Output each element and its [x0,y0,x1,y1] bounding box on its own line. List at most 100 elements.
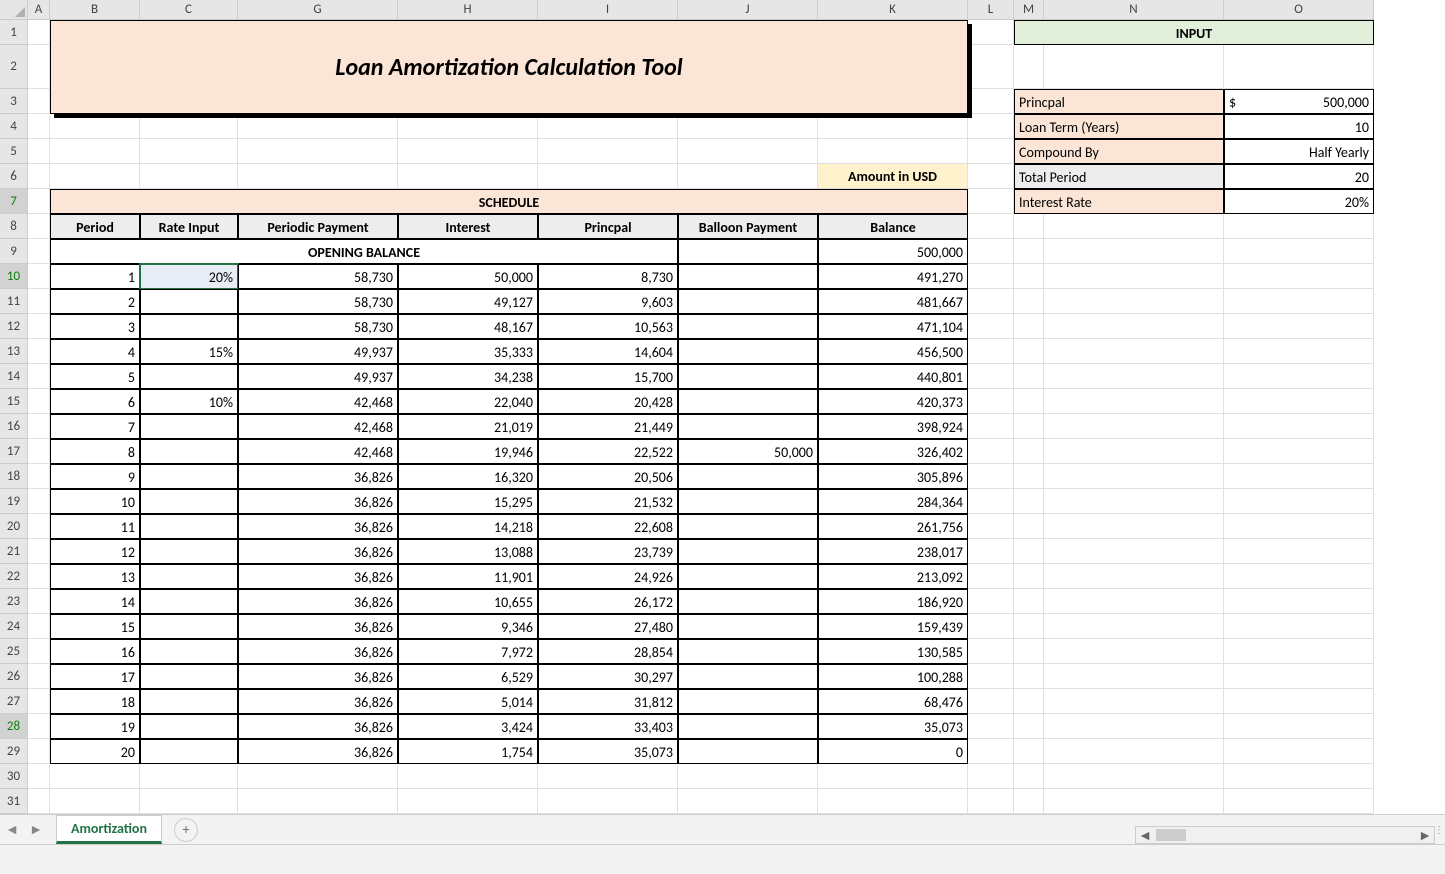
data-I26[interactable]: 30,297 [538,664,678,689]
cell-I6[interactable] [538,164,678,189]
cell-M18[interactable] [1014,464,1044,489]
cell-O12[interactable] [1224,314,1374,339]
cell-O11[interactable] [1224,289,1374,314]
cell-A14[interactable] [28,364,50,389]
cell-L2[interactable] [968,45,1014,89]
data-J28[interactable] [678,714,818,739]
cell-M27[interactable] [1014,689,1044,714]
cell-L25[interactable] [968,639,1014,664]
cell-N30[interactable] [1044,764,1224,789]
cell-L18[interactable] [968,464,1014,489]
data-K19[interactable]: 284,364 [818,489,968,514]
schedule-header[interactable]: SCHEDULE [50,189,968,214]
column-header-N[interactable]: N [1044,0,1224,20]
data-G17[interactable]: 42,468 [238,439,398,464]
column-header-C[interactable]: C [140,0,238,20]
input-label-3[interactable]: Total Period [1014,164,1224,189]
data-C15[interactable]: 10% [140,389,238,414]
scroll-thumb[interactable] [1156,829,1186,841]
row-header-30[interactable]: 30 [0,764,28,789]
cell-H30[interactable] [398,764,538,789]
data-C18[interactable] [140,464,238,489]
cell-O28[interactable] [1224,714,1374,739]
cell-M11[interactable] [1014,289,1044,314]
data-K10[interactable]: 491,270 [818,264,968,289]
cell-L5[interactable] [968,139,1014,164]
row-header-7[interactable]: 7 [0,189,28,214]
row-header-25[interactable]: 25 [0,639,28,664]
data-I20[interactable]: 22,608 [538,514,678,539]
cell-I31[interactable] [538,789,678,814]
data-K25[interactable]: 130,585 [818,639,968,664]
data-I17[interactable]: 22,522 [538,439,678,464]
data-H25[interactable]: 7,972 [398,639,538,664]
cell-L4[interactable] [968,114,1014,139]
data-J25[interactable] [678,639,818,664]
cell-O27[interactable] [1224,689,1374,714]
cell-A21[interactable] [28,539,50,564]
opening-balance-label[interactable]: OPENING BALANCE [50,239,678,264]
cell-L3[interactable] [968,89,1014,114]
data-G26[interactable]: 36,826 [238,664,398,689]
data-J23[interactable] [678,589,818,614]
data-C17[interactable] [140,439,238,464]
data-I25[interactable]: 28,854 [538,639,678,664]
cell-A23[interactable] [28,589,50,614]
data-C16[interactable] [140,414,238,439]
data-B22[interactable]: 13 [50,564,140,589]
row-header-11[interactable]: 11 [0,289,28,314]
cell-L1[interactable] [968,20,1014,45]
cell-N21[interactable] [1044,539,1224,564]
data-G13[interactable]: 49,937 [238,339,398,364]
cell-L22[interactable] [968,564,1014,589]
select-all-corner[interactable] [0,0,28,20]
cell-L28[interactable] [968,714,1014,739]
input-header[interactable]: INPUT [1014,20,1374,45]
row-header-2[interactable]: 2 [0,45,28,89]
cell-C6[interactable] [140,164,238,189]
cell-L10[interactable] [968,264,1014,289]
cell-O8[interactable] [1224,214,1374,239]
data-I18[interactable]: 20,506 [538,464,678,489]
cell-N24[interactable] [1044,614,1224,639]
data-I24[interactable]: 27,480 [538,614,678,639]
data-I13[interactable]: 14,604 [538,339,678,364]
data-C23[interactable] [140,589,238,614]
cell-H4[interactable] [398,114,538,139]
cell-M25[interactable] [1014,639,1044,664]
data-H14[interactable]: 34,238 [398,364,538,389]
input-label-0[interactable]: Princpal [1014,89,1224,114]
data-K23[interactable]: 186,920 [818,589,968,614]
data-J16[interactable] [678,414,818,439]
row-header-5[interactable]: 5 [0,139,28,164]
cell-G4[interactable] [238,114,398,139]
data-H11[interactable]: 49,127 [398,289,538,314]
data-B12[interactable]: 3 [50,314,140,339]
data-H22[interactable]: 11,901 [398,564,538,589]
data-H19[interactable]: 15,295 [398,489,538,514]
cell-A26[interactable] [28,664,50,689]
selected-cell[interactable]: 20% [140,264,238,289]
row-header-27[interactable]: 27 [0,689,28,714]
cell-N22[interactable] [1044,564,1224,589]
data-K28[interactable]: 35,073 [818,714,968,739]
cell-I5[interactable] [538,139,678,164]
data-B17[interactable]: 8 [50,439,140,464]
data-J15[interactable] [678,389,818,414]
cell-O20[interactable] [1224,514,1374,539]
row-header-6[interactable]: 6 [0,164,28,189]
data-G29[interactable]: 36,826 [238,739,398,764]
title-banner[interactable]: Loan Amortization Calculation Tool [50,20,968,114]
cell-L27[interactable] [968,689,1014,714]
cell-A31[interactable] [28,789,50,814]
data-B14[interactable]: 5 [50,364,140,389]
cell-G30[interactable] [238,764,398,789]
table-header-0[interactable]: Period [50,214,140,239]
cell-L15[interactable] [968,389,1014,414]
cell-L6[interactable] [968,164,1014,189]
cell-I4[interactable] [538,114,678,139]
cell-N13[interactable] [1044,339,1224,364]
data-C29[interactable] [140,739,238,764]
cell-L9[interactable] [968,239,1014,264]
data-J20[interactable] [678,514,818,539]
